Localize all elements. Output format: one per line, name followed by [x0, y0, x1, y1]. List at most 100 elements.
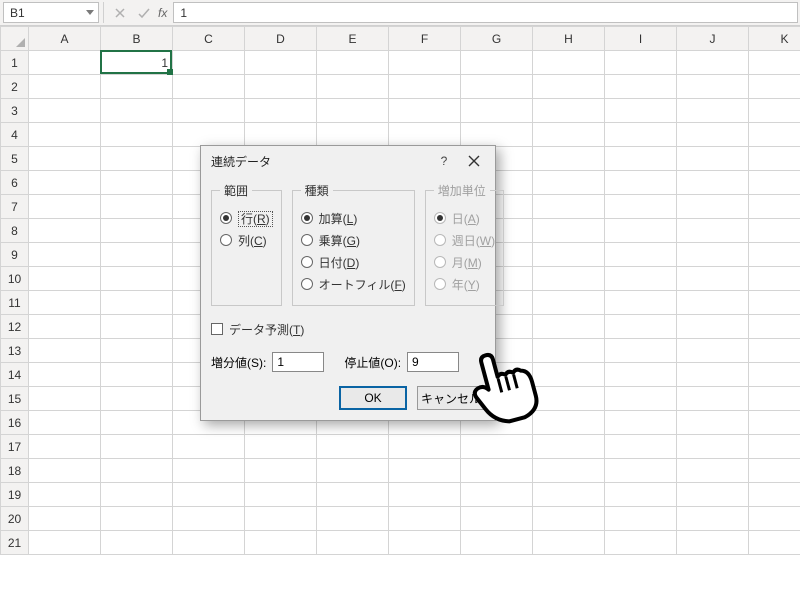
- cell-H19[interactable]: [533, 483, 605, 507]
- cell-A14[interactable]: [29, 363, 101, 387]
- cell-B5[interactable]: [101, 147, 173, 171]
- trend-checkbox[interactable]: データ予測(T): [211, 318, 485, 340]
- col-header-G[interactable]: G: [461, 27, 533, 51]
- row-header-2[interactable]: 2: [1, 75, 29, 99]
- cell-I5[interactable]: [605, 147, 677, 171]
- cell-F1[interactable]: [389, 51, 461, 75]
- cell-B13[interactable]: [101, 339, 173, 363]
- cell-K4[interactable]: [749, 123, 800, 147]
- cell-H21[interactable]: [533, 531, 605, 555]
- cell-E20[interactable]: [317, 507, 389, 531]
- cell-F18[interactable]: [389, 459, 461, 483]
- cell-H1[interactable]: [533, 51, 605, 75]
- cancel-button[interactable]: キャンセル: [417, 386, 485, 410]
- cell-I6[interactable]: [605, 171, 677, 195]
- cell-E17[interactable]: [317, 435, 389, 459]
- col-header-D[interactable]: D: [245, 27, 317, 51]
- col-header-F[interactable]: F: [389, 27, 461, 51]
- cell-A4[interactable]: [29, 123, 101, 147]
- dialog-close-icon[interactable]: [459, 149, 489, 173]
- row-header-4[interactable]: 4: [1, 123, 29, 147]
- row-header-10[interactable]: 10: [1, 267, 29, 291]
- cell-J7[interactable]: [677, 195, 749, 219]
- cell-A7[interactable]: [29, 195, 101, 219]
- cell-I4[interactable]: [605, 123, 677, 147]
- cell-I20[interactable]: [605, 507, 677, 531]
- cell-E18[interactable]: [317, 459, 389, 483]
- col-header-A[interactable]: A: [29, 27, 101, 51]
- cell-F21[interactable]: [389, 531, 461, 555]
- cell-K14[interactable]: [749, 363, 800, 387]
- cell-A3[interactable]: [29, 99, 101, 123]
- cell-H13[interactable]: [533, 339, 605, 363]
- cell-B21[interactable]: [101, 531, 173, 555]
- type-option-L[interactable]: 加算(L): [301, 207, 406, 229]
- fx-icon[interactable]: fx: [156, 0, 173, 25]
- row-header-13[interactable]: 13: [1, 339, 29, 363]
- cell-G19[interactable]: [461, 483, 533, 507]
- col-header-C[interactable]: C: [173, 27, 245, 51]
- cell-K9[interactable]: [749, 243, 800, 267]
- row-header-8[interactable]: 8: [1, 219, 29, 243]
- cell-H14[interactable]: [533, 363, 605, 387]
- cell-D20[interactable]: [245, 507, 317, 531]
- cell-B20[interactable]: [101, 507, 173, 531]
- cell-C20[interactable]: [173, 507, 245, 531]
- cell-G2[interactable]: [461, 75, 533, 99]
- enter-formula-icon[interactable]: [132, 0, 156, 25]
- dialog-titlebar[interactable]: 連続データ ?: [201, 146, 495, 176]
- cell-K13[interactable]: [749, 339, 800, 363]
- cell-A9[interactable]: [29, 243, 101, 267]
- row-header-15[interactable]: 15: [1, 387, 29, 411]
- cell-K1[interactable]: [749, 51, 800, 75]
- cell-I19[interactable]: [605, 483, 677, 507]
- cell-K19[interactable]: [749, 483, 800, 507]
- cell-D19[interactable]: [245, 483, 317, 507]
- cell-E1[interactable]: [317, 51, 389, 75]
- type-option-D[interactable]: 日付(D): [301, 251, 406, 273]
- cell-B6[interactable]: [101, 171, 173, 195]
- col-header-E[interactable]: E: [317, 27, 389, 51]
- cell-A6[interactable]: [29, 171, 101, 195]
- cell-H17[interactable]: [533, 435, 605, 459]
- cell-B14[interactable]: [101, 363, 173, 387]
- cell-K2[interactable]: [749, 75, 800, 99]
- cell-D2[interactable]: [245, 75, 317, 99]
- cell-A8[interactable]: [29, 219, 101, 243]
- cell-I9[interactable]: [605, 243, 677, 267]
- cell-J14[interactable]: [677, 363, 749, 387]
- cell-E2[interactable]: [317, 75, 389, 99]
- range-option-C[interactable]: 列(C): [220, 229, 273, 251]
- cell-I13[interactable]: [605, 339, 677, 363]
- cell-J12[interactable]: [677, 315, 749, 339]
- cell-H6[interactable]: [533, 171, 605, 195]
- cell-A10[interactable]: [29, 267, 101, 291]
- cell-J2[interactable]: [677, 75, 749, 99]
- cell-H3[interactable]: [533, 99, 605, 123]
- cell-J16[interactable]: [677, 411, 749, 435]
- cell-J8[interactable]: [677, 219, 749, 243]
- cell-C21[interactable]: [173, 531, 245, 555]
- cell-I21[interactable]: [605, 531, 677, 555]
- row-header-18[interactable]: 18: [1, 459, 29, 483]
- cell-I10[interactable]: [605, 267, 677, 291]
- cell-D18[interactable]: [245, 459, 317, 483]
- cell-I18[interactable]: [605, 459, 677, 483]
- cell-A19[interactable]: [29, 483, 101, 507]
- row-header-5[interactable]: 5: [1, 147, 29, 171]
- cell-G20[interactable]: [461, 507, 533, 531]
- cell-B11[interactable]: [101, 291, 173, 315]
- cell-E19[interactable]: [317, 483, 389, 507]
- cell-G1[interactable]: [461, 51, 533, 75]
- row-header-11[interactable]: 11: [1, 291, 29, 315]
- cell-C2[interactable]: [173, 75, 245, 99]
- row-header-17[interactable]: 17: [1, 435, 29, 459]
- row-header-20[interactable]: 20: [1, 507, 29, 531]
- cell-B2[interactable]: [101, 75, 173, 99]
- cell-H7[interactable]: [533, 195, 605, 219]
- cell-A2[interactable]: [29, 75, 101, 99]
- cell-I17[interactable]: [605, 435, 677, 459]
- cell-B7[interactable]: [101, 195, 173, 219]
- cell-K3[interactable]: [749, 99, 800, 123]
- cell-C1[interactable]: [173, 51, 245, 75]
